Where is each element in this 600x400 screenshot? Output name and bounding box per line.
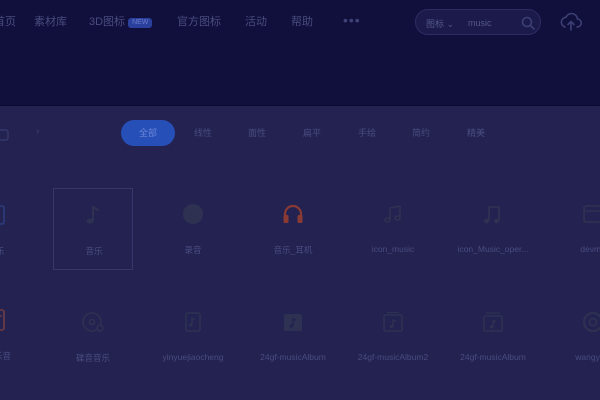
- top-navigation-bar: 首页 素材库 3D图标NEW 官方图标 活动 帮助 ••• 图标 ⌄: [0, 0, 600, 106]
- icon-card-label: 24gf-musicAlbum: [260, 352, 326, 362]
- filter-tab-flat[interactable]: 扁平: [297, 120, 327, 146]
- icon-card-label: 录音: [184, 245, 202, 255]
- icon-card-icon-music[interactable]: icon_music: [353, 188, 433, 270]
- icon-card-disc-music[interactable]: 碟音音乐: [53, 296, 133, 378]
- nav-item-3d-icons-label: 3D图标: [89, 16, 126, 28]
- icon-card-music-album-3[interactable]: 24gf-musicAlbum: [453, 296, 533, 378]
- music-notes-icon: [384, 205, 401, 223]
- icon-card-devmo[interactable]: devmo: [553, 188, 600, 270]
- search-box: 图标 ⌄: [415, 9, 541, 35]
- music-card-icon[interactable]: [0, 204, 6, 226]
- headphones-icon: [283, 204, 303, 223]
- partial-icon-label: 乐: [0, 246, 5, 256]
- icon-card-label: 音乐_耳机: [273, 245, 313, 255]
- search-type-select[interactable]: 图标 ⌄: [426, 17, 454, 30]
- icon-card-label: 24gf-musicAlbum2: [357, 352, 429, 362]
- disc-music-icon: [82, 312, 104, 332]
- album-icon: [583, 205, 600, 223]
- filter-tab-all[interactable]: 全部: [121, 120, 175, 146]
- nav-item-help[interactable]: 帮助: [291, 13, 313, 29]
- icon-card-label: devmo: [580, 244, 600, 254]
- icon-card-music-album-2[interactable]: 24gf-musicAlbum2: [353, 296, 433, 378]
- icon-card-music[interactable]: 音乐: [53, 188, 133, 270]
- filter-tab-filled[interactable]: 面性: [242, 120, 272, 146]
- nav-item-home[interactable]: 首页: [0, 13, 16, 29]
- nav-item-official-icons[interactable]: 官方图标: [177, 13, 221, 29]
- search-type-label: 图标: [426, 19, 445, 29]
- icon-card-label: icon_music: [371, 244, 415, 254]
- style-filter-tabs: 全部 线性 面性 扁平 手绘 简约 精美: [0, 120, 600, 148]
- icon-card-label: 24gf-musicAlbum: [460, 352, 526, 362]
- netease-music-icon: [583, 312, 600, 332]
- icon-card-headphones[interactable]: 音乐_耳机: [253, 188, 333, 270]
- music-album-icon: [284, 314, 302, 331]
- music-album-stack-icon: [483, 312, 503, 332]
- icon-card-netease-music[interactable]: wangyiyu: [553, 296, 600, 378]
- music-book-icon: [185, 312, 201, 332]
- filter-tab-handdrawn[interactable]: 手绘: [352, 120, 382, 146]
- filter-tab-linear[interactable]: 线性: [188, 120, 218, 146]
- icon-card-label: 碟音音乐: [75, 353, 110, 363]
- double-note-icon: [484, 206, 500, 224]
- filter-tab-fine[interactable]: 精美: [461, 120, 491, 146]
- music-album-outline-icon: [383, 311, 403, 332]
- new-badge: NEW: [128, 18, 153, 28]
- search-icon[interactable]: [520, 15, 536, 31]
- nav-item-3d-icons[interactable]: 3D图标 NEW: [89, 13, 153, 29]
- upload-cloud-icon[interactable]: [559, 10, 583, 34]
- icon-card-label: 音乐: [85, 246, 103, 256]
- record-dot-icon: [183, 204, 203, 224]
- icon-card-recording[interactable]: 录音: [153, 188, 233, 270]
- icon-card-music-tutorial[interactable]: yinyuejiaocheng: [153, 296, 233, 378]
- search-input[interactable]: [468, 15, 518, 30]
- more-menu-button[interactable]: •••: [343, 12, 361, 28]
- nav-item-activity[interactable]: 活动: [245, 13, 267, 29]
- icon-card-label: icon_Music_oper...: [457, 244, 529, 254]
- partial-icon-label: 乐音: [0, 351, 12, 361]
- icon-card-music-open[interactable]: icon_Music_oper...: [453, 188, 533, 270]
- icon-card-label: wangyiyu: [575, 352, 600, 362]
- chevron-down-icon: ⌄: [446, 19, 455, 29]
- icon-card-music-album-1[interactable]: 24gf-musicAlbum: [253, 296, 333, 378]
- filter-tab-simple[interactable]: 简约: [406, 120, 436, 146]
- icon-card-label: yinyuejiaocheng: [162, 352, 224, 362]
- music-player-icon[interactable]: [0, 308, 8, 332]
- music-note-icon: [86, 206, 99, 224]
- nav-item-library[interactable]: 素材库: [34, 13, 67, 29]
